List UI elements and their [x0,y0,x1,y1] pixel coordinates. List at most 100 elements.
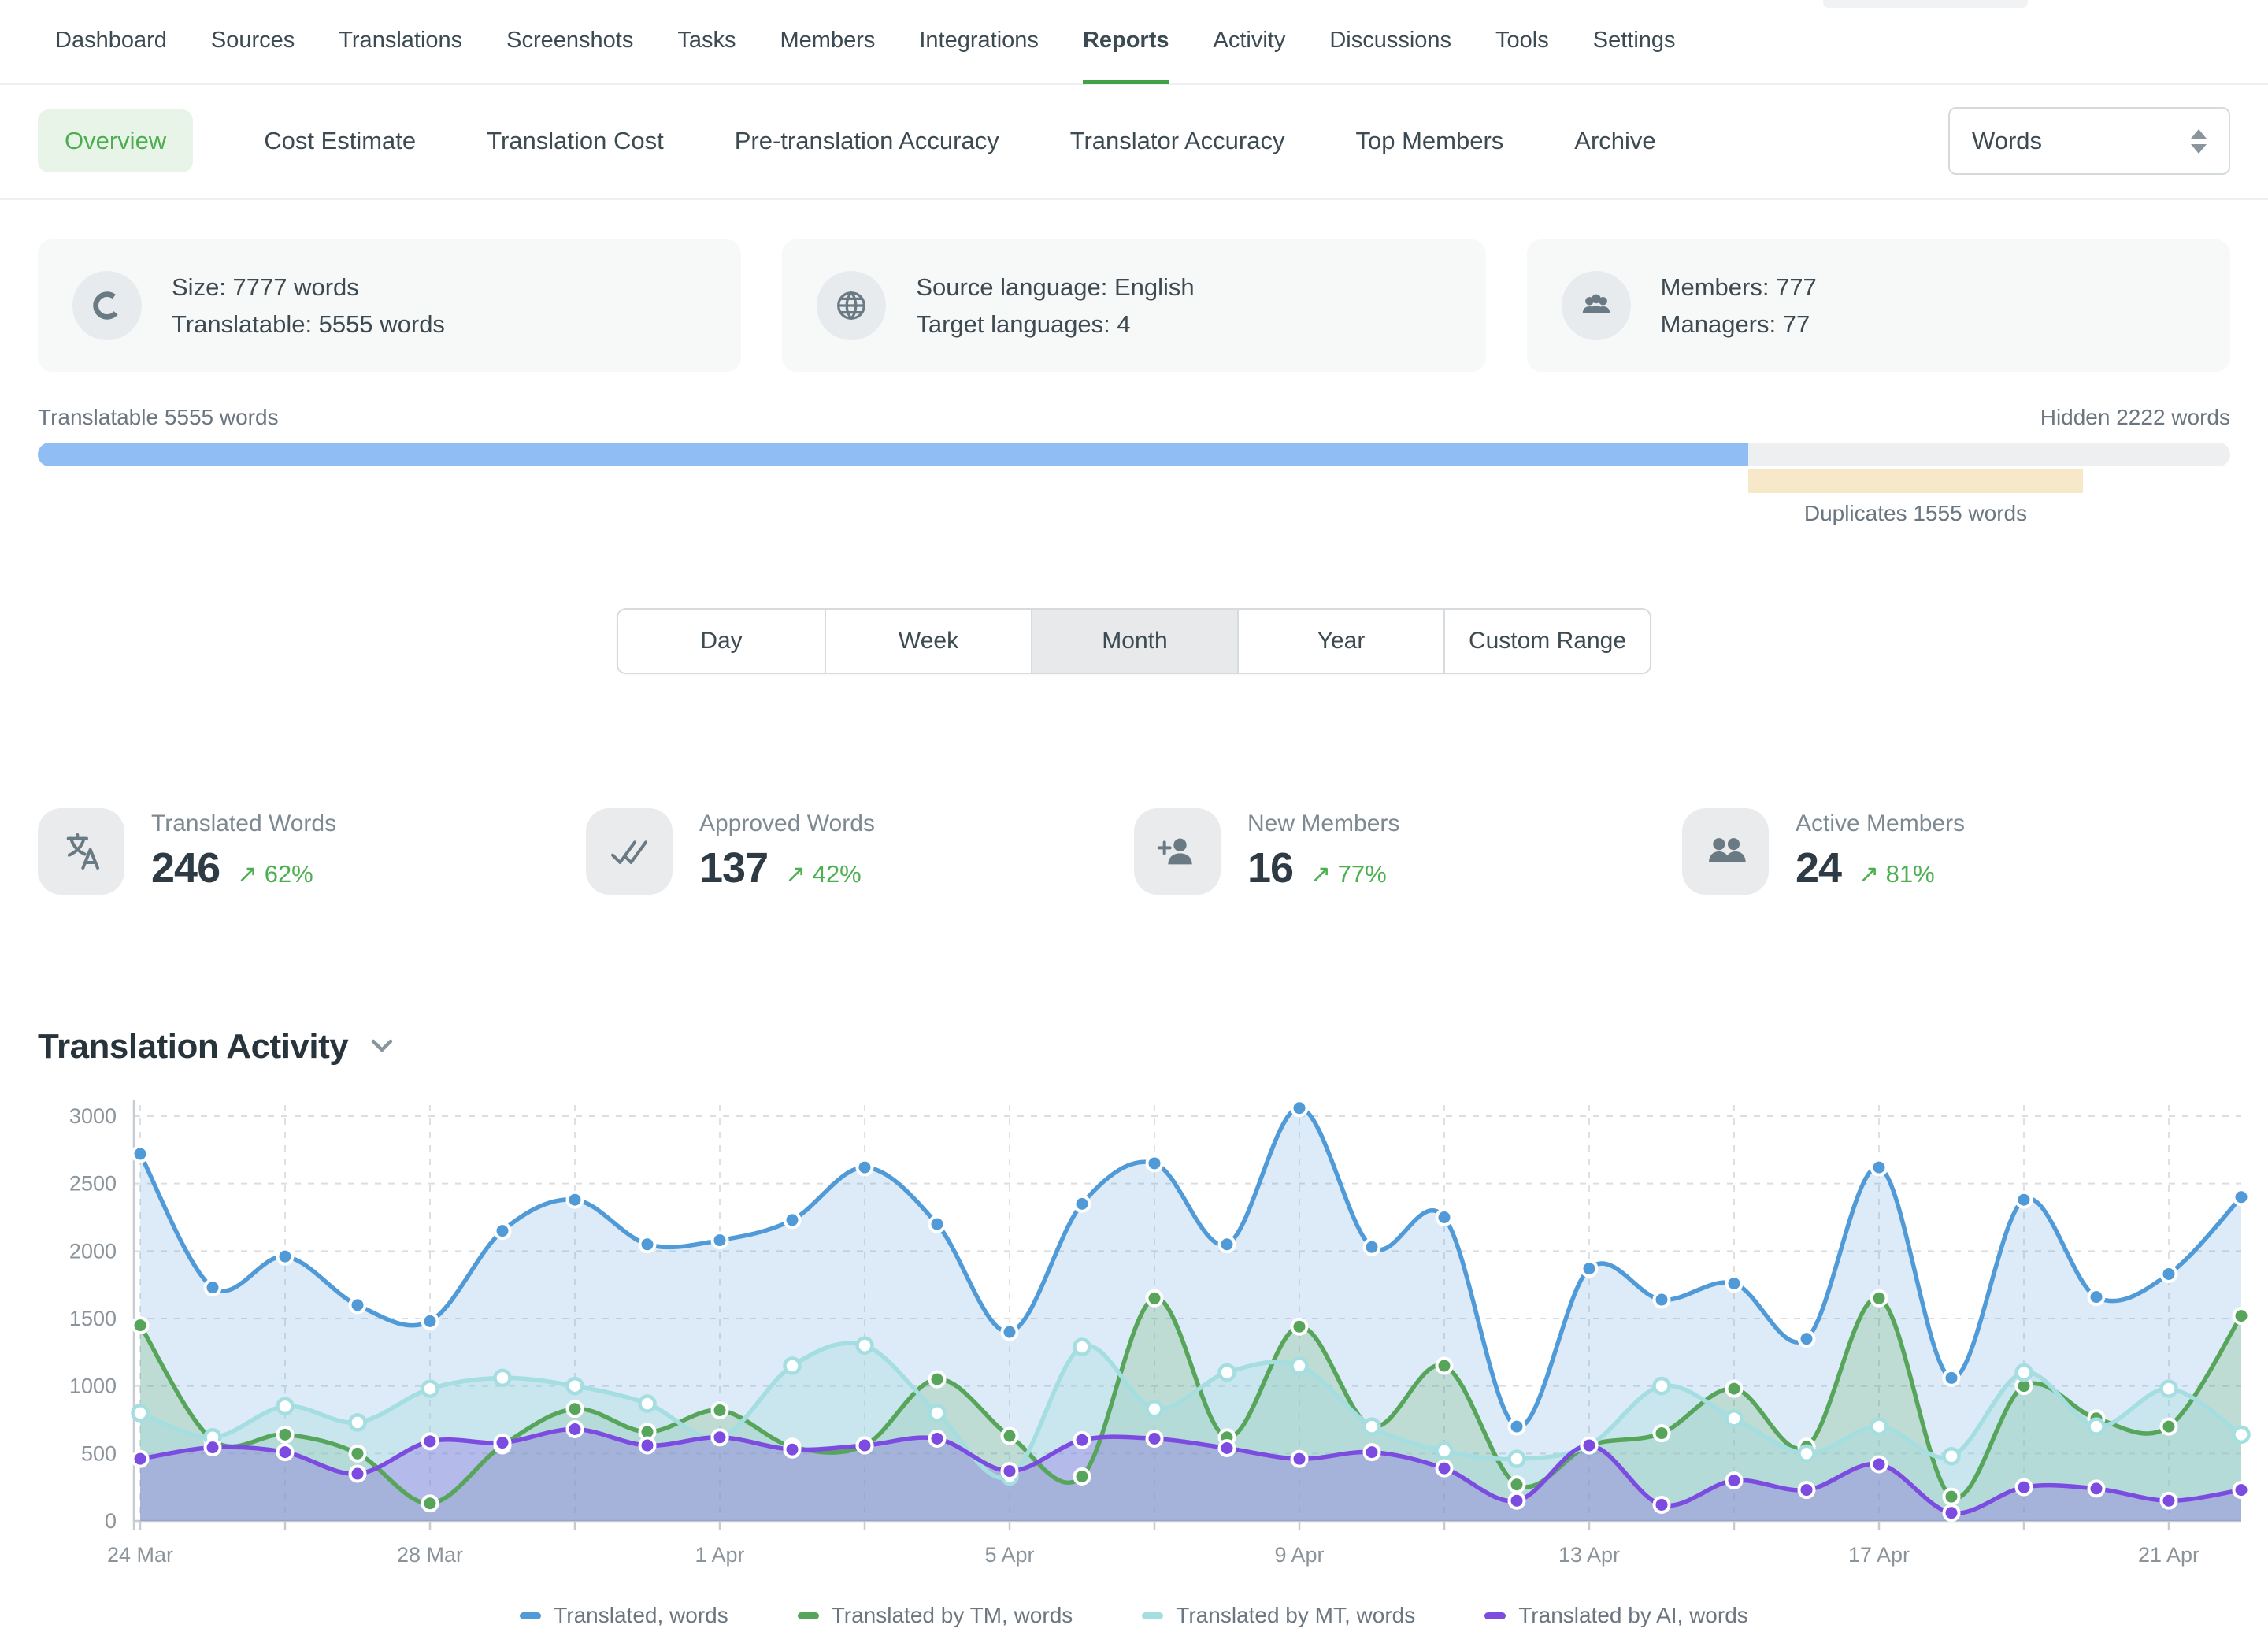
stat-delta: ↗ 81% [1858,860,1935,888]
date-range-tabs: DayWeekMonthYearCustom Range [0,608,2268,674]
nav-item-screenshots[interactable]: Screenshots [506,1,633,84]
info-card-line1: Size: 7777 words [172,269,445,306]
svg-text:2500: 2500 [69,1172,117,1196]
report-tab-translator-accuracy[interactable]: Translator Accuracy [1070,127,1285,155]
stat-label: New Members [1247,811,1399,837]
stat-label: Active Members [1796,811,1965,837]
svg-text:1 Apr: 1 Apr [695,1543,744,1567]
reports-subnav: Overview Cost Estimate Translation Cost Pre… [0,85,2268,200]
summary-stats: Translated Words246↗ 62%Approved Words13… [0,808,2268,895]
translatable-bar-segment [38,443,1748,466]
range-tab-year[interactable]: Year [1237,610,1443,673]
svg-text:500: 500 [81,1441,117,1465]
svg-text:24 Mar: 24 Mar [107,1543,173,1567]
range-tab-week[interactable]: Week [825,610,1031,673]
svg-text:1000: 1000 [69,1374,117,1398]
info-card-icon-bubble [817,271,886,340]
info-card-line2: Managers: 77 [1661,306,1817,343]
report-tab-pre-translation-accuracy[interactable]: Pre-translation Accuracy [735,127,999,155]
svg-text:5 Apr: 5 Apr [984,1543,1034,1567]
info-card: Source language: EnglishTarget languages… [782,239,1485,372]
translate-icon [59,829,103,874]
donut-icon [89,287,125,324]
stat-label: Translated Words [151,811,336,837]
project-info-cards: Size: 7777 wordsTranslatable: 5555 words… [0,200,2268,372]
double-check-icon [607,829,651,874]
nav-item-members[interactable]: Members [780,1,876,84]
range-tab-month[interactable]: Month [1031,610,1237,673]
svg-text:9 Apr: 9 Apr [1274,1543,1324,1567]
stat-card: New Members16↗ 77% [1134,808,1682,895]
nav-item-settings[interactable]: Settings [1593,1,1676,84]
svg-text:3000: 3000 [69,1104,117,1128]
stat-icon-bubble [1134,808,1221,895]
stat-delta: ↗ 42% [785,860,862,888]
stat-value: 246 [151,844,220,892]
legend-label: Translated by AI, words [1518,1603,1748,1628]
nav-item-tasks[interactable]: Tasks [677,1,736,84]
legend-label: Translated by MT, words [1176,1603,1415,1628]
cutoff-toolbar-artifact [1823,0,2028,8]
duplicates-label: Duplicates 1555 words [1748,501,2084,526]
select-spinner-icon [2191,129,2207,154]
nav-item-translations[interactable]: Translations [339,1,462,84]
words-progress-bar [38,443,2230,466]
info-card-line1: Source language: English [916,269,1194,306]
info-card-line1: Members: 777 [1661,269,1817,306]
svg-text:1500: 1500 [69,1307,117,1330]
info-card: Members: 777Managers: 77 [1527,239,2230,372]
range-tab-custom-range[interactable]: Custom Range [1443,610,1650,673]
members-icon [1578,287,1614,324]
person-add-icon [1155,829,1199,874]
globe-icon [833,287,869,324]
legend-swatch [1484,1612,1506,1619]
legend-item-translated[interactable]: Translated, words [520,1603,728,1628]
svg-text:17 Apr: 17 Apr [1848,1543,1910,1567]
stat-card: Active Members 24 ↗ 81% [1682,808,2230,895]
stat-value: 24 [1796,844,1841,892]
top-navigation: Dashboard Sources Translations Screenshots T… [0,0,2268,85]
legend-item-translated-by-mt[interactable]: Translated by MT, words [1142,1603,1415,1628]
report-tab-overview[interactable]: Overview [38,109,193,172]
nav-item-discussions[interactable]: Discussions [1329,1,1451,84]
info-card-icon-bubble [1562,271,1631,340]
nav-item-integrations[interactable]: Integrations [919,1,1039,84]
svg-text:13 Apr: 13 Apr [1558,1543,1620,1567]
words-breakdown: Translatable 5555 words Hidden 2222 word… [0,372,2268,493]
nav-item-sources[interactable]: Sources [211,1,295,84]
nav-item-activity[interactable]: Activity [1213,1,1285,84]
people-icon [1703,829,1747,874]
translatable-label: Translatable 5555 words [38,405,279,430]
legend-swatch [1142,1612,1163,1619]
legend-item-translated-by-tm[interactable]: Translated by TM, words [798,1603,1073,1628]
report-tab-top-members[interactable]: Top Members [1355,127,1503,155]
svg-text:21 Apr: 21 Apr [2138,1543,2199,1567]
legend-swatch [520,1612,541,1619]
stat-label: Approved Words [699,811,875,837]
range-tab-day[interactable]: Day [618,610,825,673]
report-tab-archive[interactable]: Archive [1574,127,1655,155]
legend-item-translated-by-ai[interactable]: Translated by AI, words [1484,1603,1748,1628]
translation-activity-chart[interactable]: 05001000150020002500300024 Mar28 Mar1 Ap… [32,1074,2252,1594]
stat-value: 137 [699,844,768,892]
legend-label: Translated by TM, words [832,1603,1073,1628]
stat-card: Translated Words246↗ 62% [38,808,586,895]
stat-icon-bubble [586,808,673,895]
info-card: Size: 7777 wordsTranslatable: 5555 words [38,239,741,372]
legend-swatch [798,1612,819,1619]
chart-legend: Translated, words Translated by TM, words… [0,1603,2268,1628]
stat-card: Approved Words 137 ↗ 42% [586,808,1134,895]
report-tab-translation-cost[interactable]: Translation Cost [487,127,664,155]
unit-select-value: Words [1972,127,2042,155]
info-card-icon-bubble [72,271,142,340]
chevron-down-icon[interactable] [369,1036,395,1059]
unit-select[interactable]: Words [1948,107,2230,175]
nav-item-tools[interactable]: Tools [1495,1,1549,84]
stat-icon-bubble [1682,808,1769,895]
report-tab-cost-estimate[interactable]: Cost Estimate [264,127,416,155]
duplicates-bar-segment [1748,469,2084,493]
nav-item-reports[interactable]: Reports [1083,1,1169,84]
nav-item-dashboard[interactable]: Dashboard [55,1,167,84]
stat-value: 16 [1247,844,1293,892]
svg-text:0: 0 [105,1509,117,1533]
